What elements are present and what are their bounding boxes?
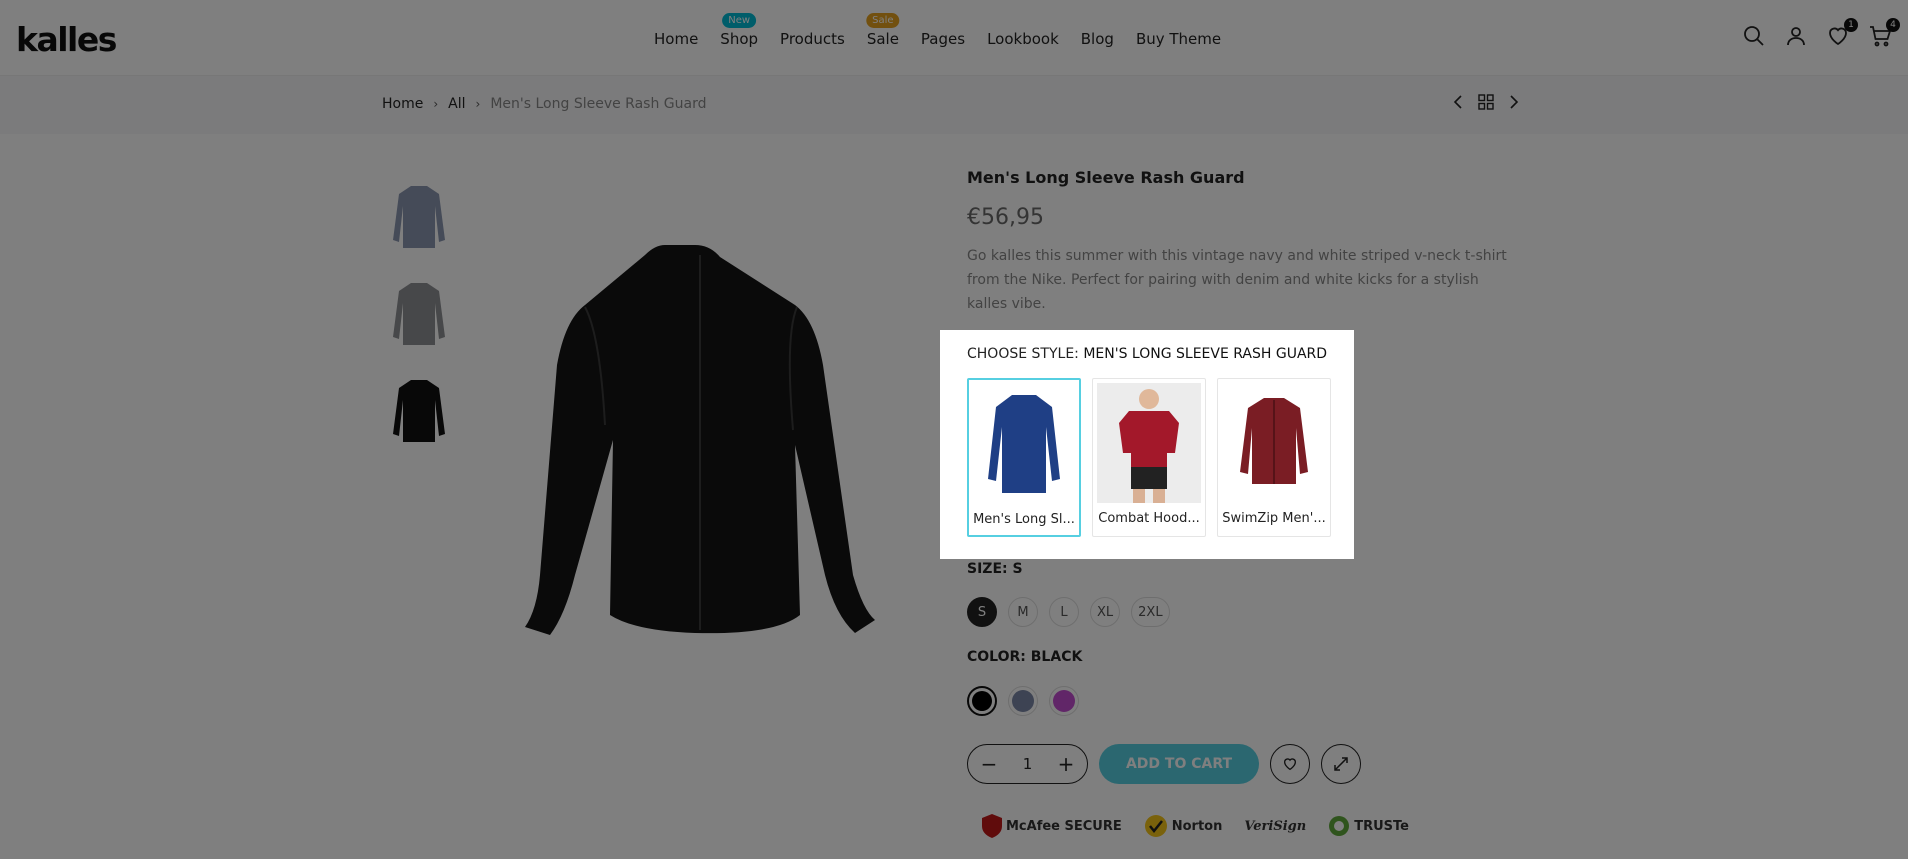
style-option-label: SwimZip Men'... (1222, 511, 1326, 526)
style-options: Men's Long Sl... Combat Hood... SwimZip … (967, 378, 1331, 537)
style-option-image (973, 384, 1075, 504)
style-option[interactable]: Men's Long Sl... (967, 378, 1081, 537)
popup-label: CHOOSE STYLE: (967, 346, 1079, 362)
popup-title: CHOOSE STYLE: MEN'S LONG SLEEVE RASH GUA… (967, 346, 1327, 362)
style-option[interactable]: Combat Hood... (1092, 378, 1206, 537)
style-option-image (1097, 383, 1201, 503)
choose-style-popup: CHOOSE STYLE: MEN'S LONG SLEEVE RASH GUA… (940, 330, 1354, 559)
style-option-label: Combat Hood... (1098, 511, 1200, 526)
style-option-image (1222, 383, 1326, 503)
popup-value: MEN'S LONG SLEEVE RASH GUARD (1083, 346, 1328, 362)
rash-guard-shape (988, 395, 1060, 493)
style-option[interactable]: SwimZip Men'... (1217, 378, 1331, 537)
style-option-label: Men's Long Sl... (973, 512, 1075, 527)
hoodie-shape (1119, 411, 1179, 467)
